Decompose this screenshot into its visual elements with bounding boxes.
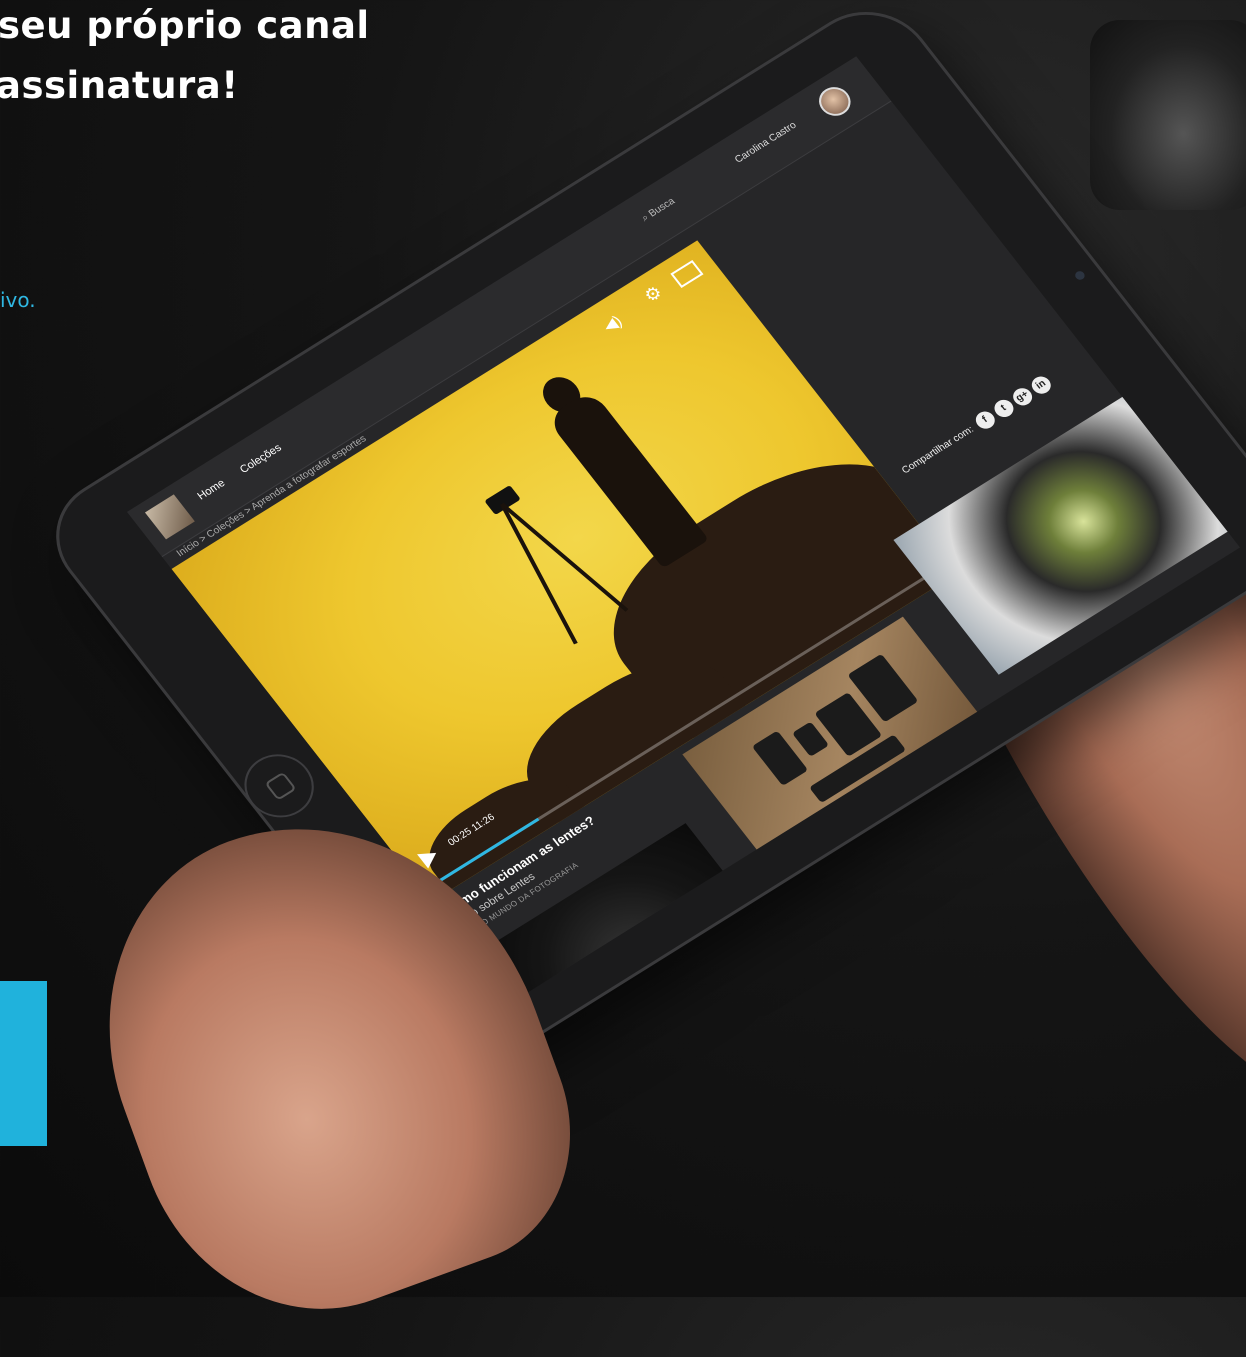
volume-icon[interactable]: ◀) xyxy=(599,311,626,336)
avatar[interactable] xyxy=(812,81,857,122)
linkedin-icon[interactable]: in xyxy=(1028,373,1055,398)
nav-collections[interactable]: Coleções xyxy=(238,442,284,476)
thumbnail-lens[interactable] xyxy=(893,396,1228,675)
user-name[interactable]: Carolina Castro xyxy=(733,120,799,166)
gear-item xyxy=(791,721,830,757)
photographer-silhouette xyxy=(545,389,709,569)
front-camera xyxy=(1073,269,1087,282)
share-icons: ftg+in xyxy=(971,370,1058,433)
tripod-leg xyxy=(500,502,629,612)
tripod-leg xyxy=(499,503,578,645)
search-button[interactable]: ⌕ Busca xyxy=(640,196,677,224)
share-label: Compartilhar com: xyxy=(899,424,977,477)
eye-icon: ◉ xyxy=(609,931,632,953)
home-button[interactable] xyxy=(230,742,328,830)
search-label: Busca xyxy=(646,195,678,220)
fullscreen-icon[interactable] xyxy=(670,260,704,289)
nav-home[interactable]: Home xyxy=(195,477,227,502)
home-square-icon xyxy=(264,771,297,801)
now-watching-label: Você está assistindo agora! xyxy=(566,913,701,1003)
settings-gear-icon[interactable]: ⚙ xyxy=(640,282,667,307)
channel-logo[interactable] xyxy=(144,494,195,540)
